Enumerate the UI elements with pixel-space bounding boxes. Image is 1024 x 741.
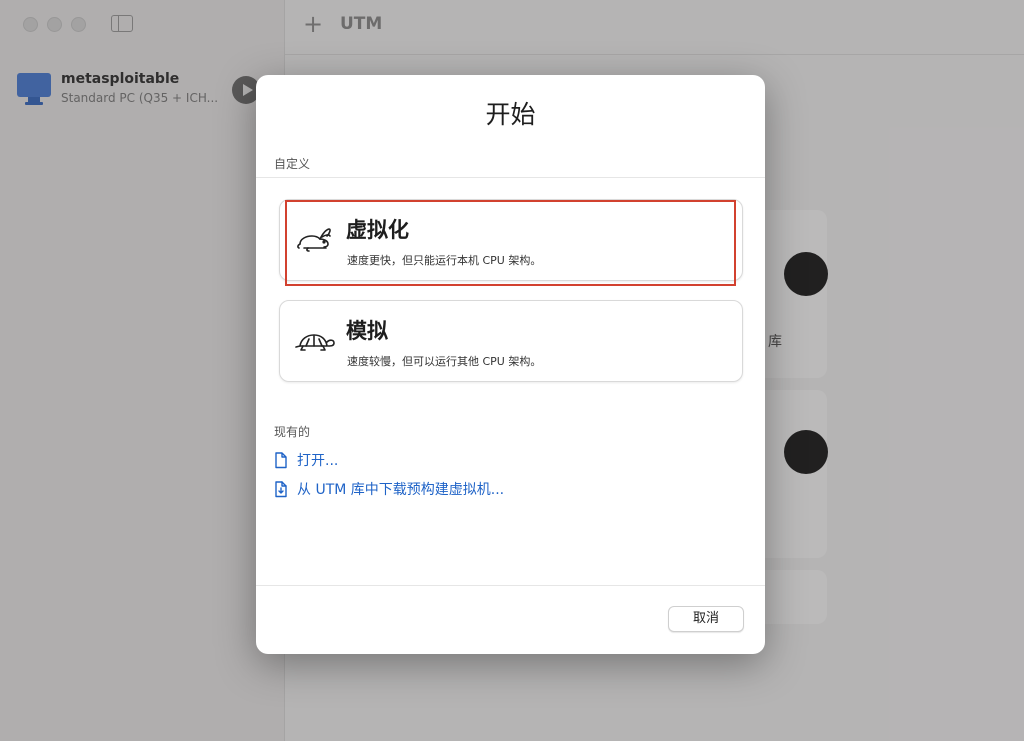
emulate-title: 模拟 <box>346 319 388 343</box>
document-icon <box>275 451 287 468</box>
download-document-icon <box>275 480 287 497</box>
turtle-icon <box>295 334 335 351</box>
section-divider <box>256 177 765 178</box>
dialog-title: 开始 <box>485 100 536 129</box>
footer-divider <box>256 585 765 586</box>
download-link-label: 从 UTM 库中下载预构建虚拟机... <box>297 482 505 498</box>
custom-section-label: 自定义 <box>274 157 311 171</box>
cancel-button[interactable]: 取消 <box>668 606 744 632</box>
existing-section-label: 现有的 <box>274 425 311 439</box>
open-link-label: 打开... <box>297 453 339 469</box>
download-from-library-link[interactable]: 从 UTM 库中下载预构建虚拟机... <box>274 479 504 499</box>
emulate-description: 速度较慢，但可以运行其他 CPU 架构。 <box>347 355 542 368</box>
open-link[interactable]: 打开... <box>274 450 338 470</box>
highlight-annotation-box <box>285 200 736 286</box>
emulate-option[interactable]: 模拟 速度较慢，但可以运行其他 CPU 架构。 <box>279 300 743 382</box>
start-dialog: 开始 自定义 虚拟化 速度更快，但只能运行本机 CPU 架构。 模拟 速度较慢，… <box>256 75 765 654</box>
